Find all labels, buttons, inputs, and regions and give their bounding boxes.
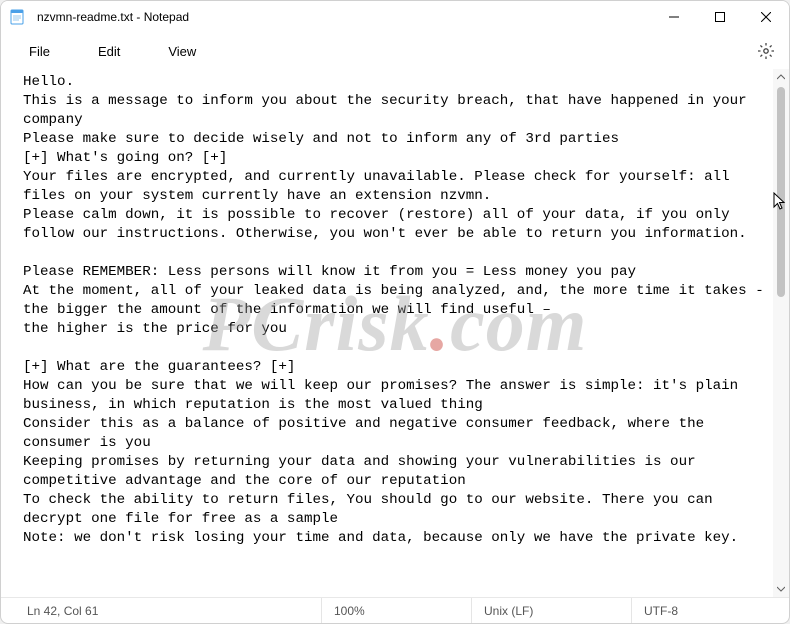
- notepad-window: nzvmn-readme.txt - Notepad File Edit Vie…: [0, 0, 790, 624]
- statusbar: Ln 42, Col 61 100% Unix (LF) UTF-8: [1, 597, 789, 623]
- notepad-icon: [9, 9, 25, 25]
- status-cursor-position: Ln 42, Col 61: [9, 598, 321, 623]
- scroll-up-button[interactable]: [773, 69, 789, 85]
- content-area: Hello. This is a message to inform you a…: [1, 69, 789, 597]
- maximize-button[interactable]: [697, 1, 743, 32]
- settings-button[interactable]: [753, 38, 779, 64]
- menu-file[interactable]: File: [19, 38, 60, 65]
- status-line-ending: Unix (LF): [471, 598, 631, 623]
- text-editor[interactable]: Hello. This is a message to inform you a…: [1, 69, 773, 597]
- scroll-thumb[interactable]: [777, 87, 785, 297]
- status-encoding: UTF-8: [631, 598, 781, 623]
- close-button[interactable]: [743, 1, 789, 32]
- menu-edit[interactable]: Edit: [88, 38, 130, 65]
- scroll-down-button[interactable]: [773, 581, 789, 597]
- menubar: File Edit View: [1, 33, 789, 69]
- vertical-scrollbar[interactable]: [773, 69, 789, 597]
- minimize-button[interactable]: [651, 1, 697, 32]
- titlebar[interactable]: nzvmn-readme.txt - Notepad: [1, 1, 789, 33]
- window-title: nzvmn-readme.txt - Notepad: [37, 10, 651, 24]
- menu-view[interactable]: View: [158, 38, 206, 65]
- window-controls: [651, 1, 789, 32]
- status-zoom[interactable]: 100%: [321, 598, 471, 623]
